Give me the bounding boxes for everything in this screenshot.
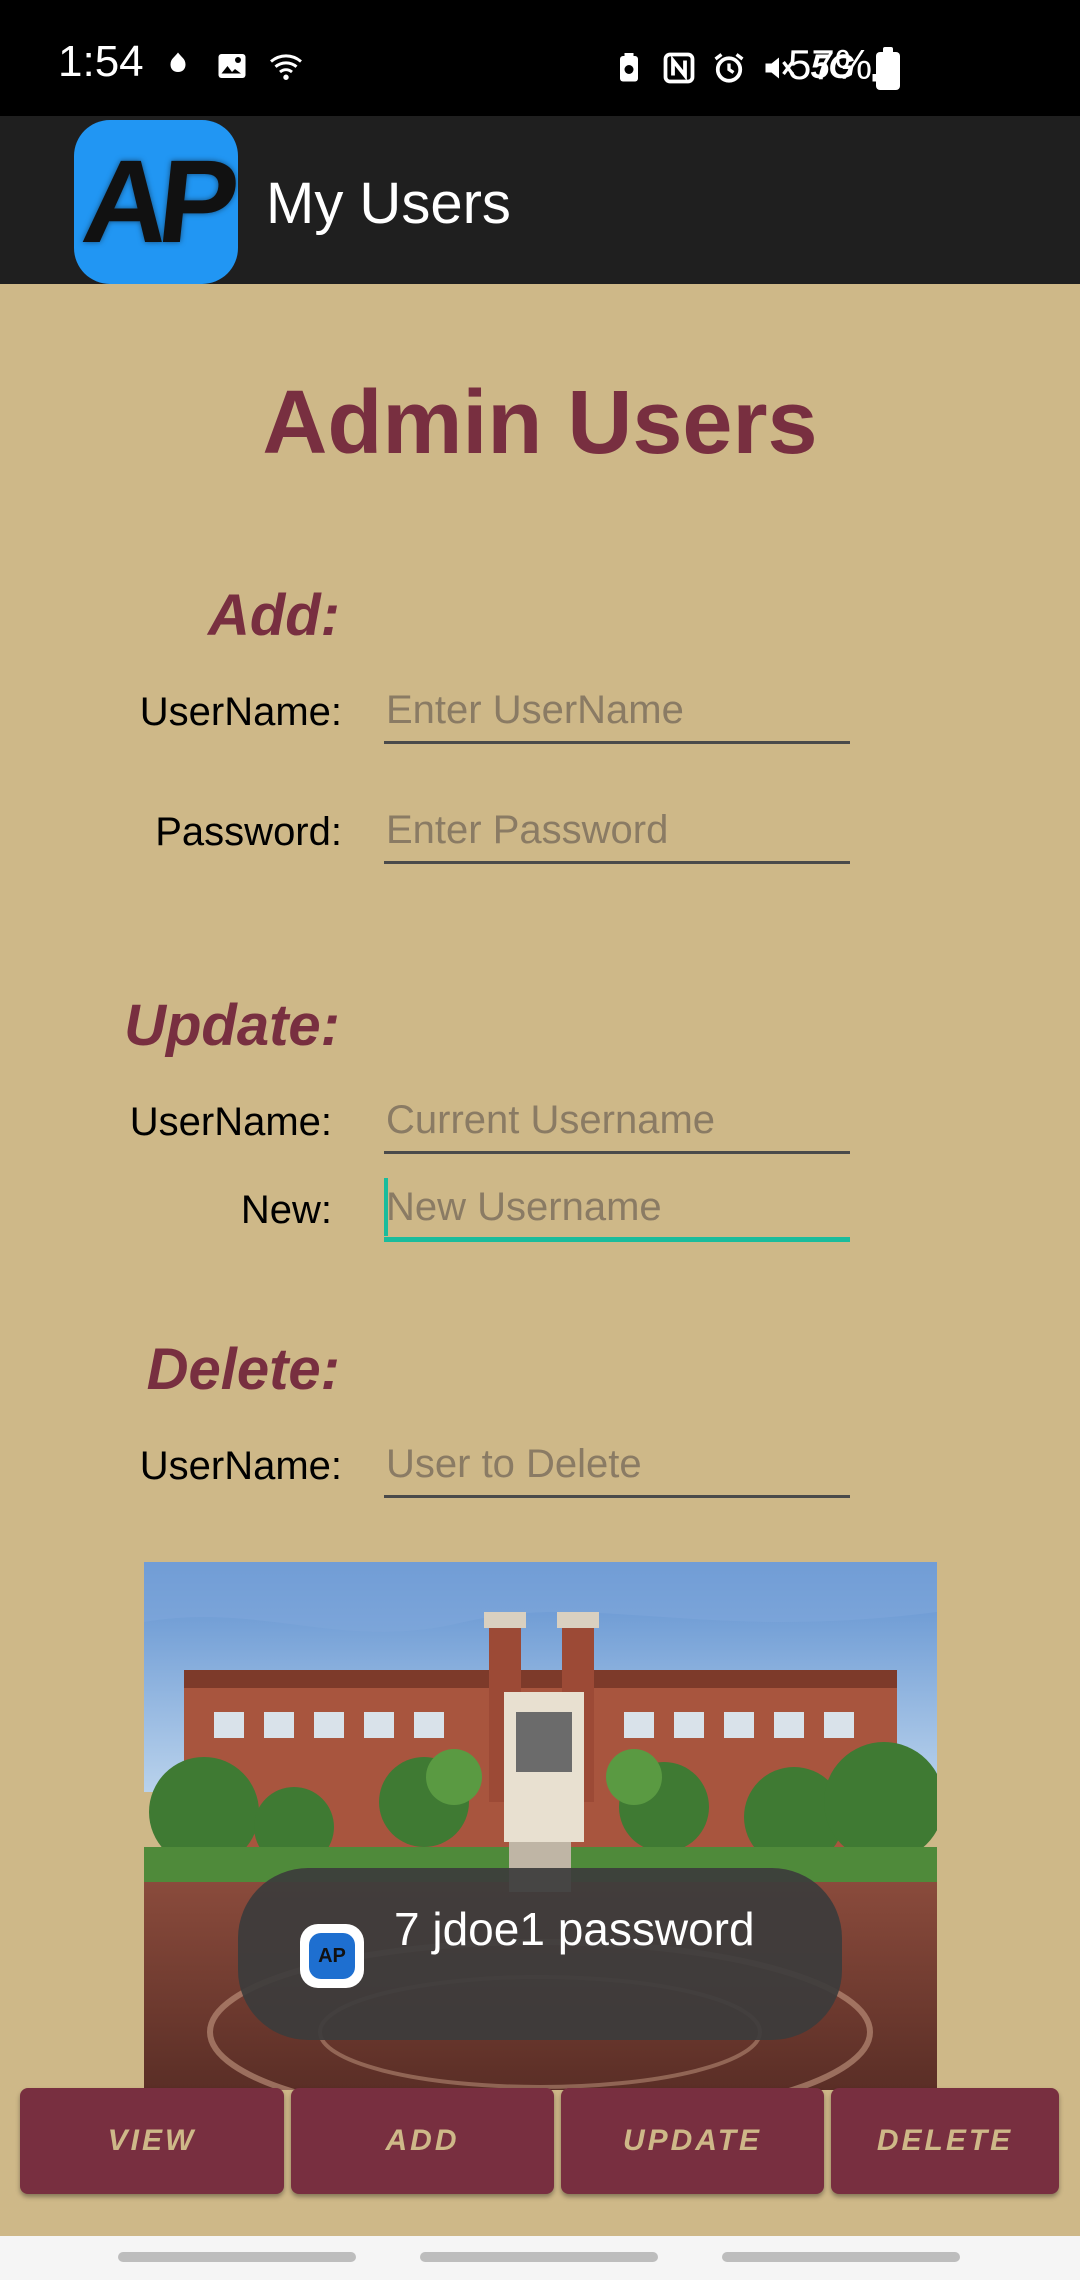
status-left-icons: [160, 48, 304, 84]
battery-percent: 57%: [788, 41, 873, 88]
nav-home[interactable]: [420, 2252, 658, 2262]
delete-button[interactable]: DELETE: [831, 2088, 1059, 2194]
toast-app-icon-text: AP: [309, 1933, 355, 1979]
update-new-username-input[interactable]: [384, 1178, 850, 1242]
update-username-label: UserName:: [129, 1100, 332, 1144]
add-username-label: UserName:: [139, 690, 342, 734]
add-button[interactable]: ADD: [291, 2088, 554, 2194]
view-button[interactable]: VIEW: [20, 2088, 284, 2194]
toast-app-icon: AP: [300, 1924, 364, 1988]
toast-message: AP 7 jdoe1 password: [238, 1868, 842, 2040]
update-button[interactable]: UPDATE: [561, 2088, 824, 2194]
delete-username-label: UserName:: [139, 1444, 342, 1488]
update-username-input[interactable]: [384, 1090, 850, 1154]
add-heading: Add:: [207, 583, 340, 648]
app-title: My Users: [266, 171, 511, 236]
toast-text: 7 jdoe1 password: [394, 1903, 755, 1955]
update-heading: Update:: [124, 993, 340, 1058]
status-bar: 1:54 5G 57%: [0, 0, 1080, 116]
nav-back[interactable]: [722, 2252, 960, 2262]
wifi-icon: [270, 54, 302, 80]
delete-username-input[interactable]: [384, 1434, 850, 1498]
nav-recents[interactable]: [118, 2252, 356, 2262]
add-password-label: Password:: [155, 810, 342, 854]
nfc-icon: [663, 52, 695, 83]
alarm-icon: [714, 52, 744, 83]
update-new-label: New:: [240, 1188, 332, 1232]
text-caret: [384, 1178, 388, 1236]
status-time: 1:54: [58, 37, 144, 86]
notification-icon: [170, 52, 186, 72]
delete-heading: Delete:: [146, 1337, 340, 1402]
add-password-input[interactable]: [384, 800, 850, 864]
app-logo: AP: [74, 120, 238, 284]
page-title: Admin Users: [262, 373, 818, 473]
image-icon: [218, 54, 246, 78]
battery-saver-icon: [619, 52, 638, 81]
add-username-input[interactable]: [384, 680, 850, 744]
app-logo-text: AP: [77, 136, 235, 268]
battery-icon: [876, 47, 900, 90]
